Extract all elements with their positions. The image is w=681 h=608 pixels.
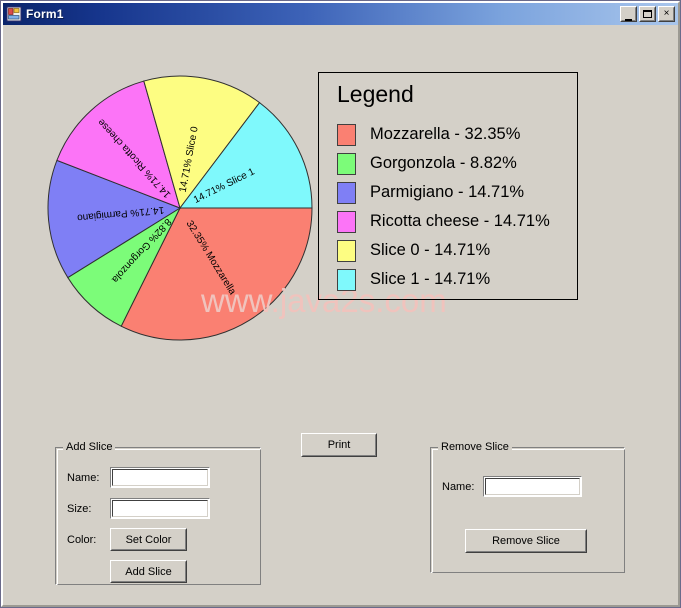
title-bar[interactable]: Form1 ×: [3, 3, 678, 25]
remove-slice-button[interactable]: Remove Slice: [465, 529, 587, 553]
remove-slice-group: Remove Slice Name: Remove Slice: [430, 441, 625, 573]
remove-slice-button-label: Remove Slice: [492, 535, 560, 547]
legend-color-swatch: [337, 123, 356, 146]
legend-color-swatch: [337, 152, 356, 175]
add-slice-name-field[interactable]: [110, 467, 210, 488]
remove-slice-name-field[interactable]: [483, 476, 582, 497]
form-client-area: 32.35% Mozzarella 8.82% Gorgonzola 14.71% …: [5, 27, 678, 605]
add-slice-color-label: Color:: [67, 534, 97, 546]
legend-color-swatch: [337, 268, 356, 291]
application-window: Form1 × 32.35% Mozzarella 8.82% Gorgonzo…: [0, 0, 681, 608]
remove-slice-group-title: Remove Slice: [438, 441, 512, 453]
legend-item: Gorgonzola - 8.82%: [337, 149, 573, 178]
minimize-icon: [621, 7, 636, 23]
remove-slice-group-frame: [430, 447, 625, 573]
legend-color-swatch: [337, 210, 356, 233]
legend-item: Mozzarella - 32.35%: [337, 120, 573, 149]
legend-panel: Legend Mozzarella - 32.35% Gorgonzola - 8…: [318, 72, 578, 300]
remove-slice-name-input[interactable]: [485, 478, 580, 495]
form-window: Form1 × 32.35% Mozzarella 8.82% Gorgonzo…: [0, 0, 681, 608]
legend-item-label: Slice 1 - 14.71%: [370, 270, 491, 288]
add-slice-name-input[interactable]: [112, 469, 208, 486]
legend-item-label: Gorgonzola - 8.82%: [370, 154, 517, 172]
legend-item-label: Ricotta cheese - 14.71%: [370, 212, 550, 230]
add-slice-group: Add Slice Name: Size: Color: Set Color A…: [55, 441, 261, 585]
add-slice-size-field[interactable]: [110, 498, 210, 519]
legend-color-swatch: [337, 181, 356, 204]
maximize-button[interactable]: [639, 6, 656, 22]
legend-item: Ricotta cheese - 14.71%: [337, 207, 573, 236]
legend-item: Slice 1 - 14.71%: [337, 265, 573, 294]
add-slice-size-input[interactable]: [112, 500, 208, 517]
legend-color-swatch: [337, 239, 356, 262]
set-color-button-label: Set Color: [125, 533, 172, 546]
add-slice-group-title: Add Slice: [63, 441, 116, 453]
close-button[interactable]: ×: [658, 6, 675, 22]
print-button[interactable]: Print: [301, 433, 377, 457]
add-slice-name-label: Name:: [67, 472, 100, 484]
form-designer-icon: [6, 6, 22, 22]
window-title: Form1: [26, 7, 64, 21]
window-controls: ×: [620, 6, 675, 22]
legend-title: Legend: [337, 81, 414, 107]
set-color-button[interactable]: Set Color: [110, 528, 187, 551]
legend-item-list: Mozzarella - 32.35% Gorgonzola - 8.82% Par…: [337, 120, 573, 294]
add-slice-button[interactable]: Add Slice: [110, 560, 187, 583]
legend-item-label: Parmigiano - 14.71%: [370, 183, 525, 201]
legend-item-label: Slice 0 - 14.71%: [370, 241, 491, 259]
legend-item-label: Mozzarella - 32.35%: [370, 125, 521, 143]
pie-slice-group: [47, 75, 313, 341]
remove-slice-name-label: Name:: [442, 481, 475, 493]
minimize-button[interactable]: [620, 6, 637, 22]
close-icon: ×: [663, 8, 670, 19]
add-slice-size-label: Size:: [67, 503, 92, 515]
legend-item: Parmigiano - 14.71%: [337, 178, 573, 207]
maximize-icon: [640, 7, 655, 21]
print-button-label: Print: [327, 439, 351, 451]
window-inner-frame: Form1 × 32.35% Mozzarella 8.82% Gorgonzo…: [1, 1, 680, 607]
add-slice-button-label: Add Slice: [125, 565, 172, 578]
legend-item: Slice 0 - 14.71%: [337, 236, 573, 265]
